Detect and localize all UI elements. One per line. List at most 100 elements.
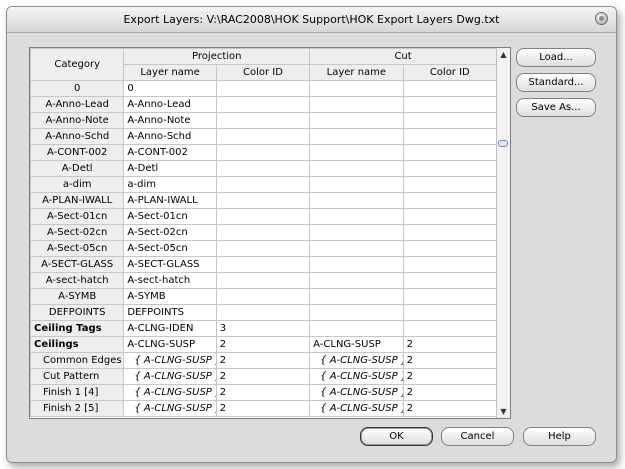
- projection-layer-cell[interactable]: A-Anno-Schd: [123, 128, 217, 145]
- cut-layer-cell[interactable]: [309, 240, 404, 257]
- cut-layer-cell[interactable]: [309, 192, 404, 209]
- table-row[interactable]: Finish 2 [5]{ A-CLNG-SUSP } 2{ A-CLNG-SUS…: [30, 400, 498, 417]
- table-row[interactable]: Cut Pattern{ A-CLNG-SUSP } 2{ A-CLNG-SUSP…: [30, 368, 498, 385]
- projection-layer-cell[interactable]: A-Sect-05cn: [123, 240, 217, 257]
- projection-color-cell[interactable]: [215, 128, 311, 145]
- projection-color-cell[interactable]: 2: [215, 384, 311, 401]
- table-row[interactable]: A-sect-hatch A-sect-hatch: [30, 272, 498, 289]
- cut-color-cell[interactable]: [402, 112, 498, 129]
- cut-layer-cell[interactable]: [309, 112, 404, 129]
- projection-layer-cell[interactable]: A-CLNG-SUSP: [123, 336, 217, 353]
- cut-color-cell[interactable]: [402, 272, 498, 289]
- category-cell[interactable]: A-Sect-05cn: [30, 240, 125, 257]
- scroll-down-icon[interactable]: ▼: [497, 405, 510, 418]
- cut-layer-cell[interactable]: A-CLNG-SUSP: [309, 336, 404, 353]
- category-cell[interactable]: Finish 1 [4]: [30, 384, 125, 401]
- cut-color-cell[interactable]: [402, 240, 498, 257]
- cut-color-cell[interactable]: [402, 80, 498, 97]
- category-cell[interactable]: A-Sect-02cn: [30, 224, 125, 241]
- cut-layer-cell[interactable]: [309, 208, 404, 225]
- cut-layer-cell[interactable]: [309, 144, 404, 161]
- cut-color-cell[interactable]: 2: [402, 368, 498, 385]
- category-cell[interactable]: A-SYMB: [30, 288, 125, 305]
- category-cell[interactable]: A-Sect-01cn: [30, 208, 125, 225]
- projection-layer-cell[interactable]: A-PLAN-IWALL: [123, 192, 217, 209]
- table-row[interactable]: 00: [30, 80, 498, 97]
- cut-color-cell[interactable]: [402, 256, 498, 273]
- category-cell[interactable]: A-CONT-002: [30, 144, 125, 161]
- cut-color-cell[interactable]: [402, 304, 498, 321]
- cut-color-cell[interactable]: 2: [402, 352, 498, 369]
- cut-layer-cell[interactable]: [309, 304, 404, 321]
- cut-layer-cell[interactable]: { A-CLNG-SUSP }: [309, 368, 404, 385]
- cut-layer-cell[interactable]: [309, 272, 404, 289]
- cut-color-cell[interactable]: [402, 288, 498, 305]
- cut-layer-cell[interactable]: [309, 320, 404, 337]
- projection-layer-cell[interactable]: A-Sect-02cn: [123, 224, 217, 241]
- category-cell[interactable]: A-sect-hatch: [30, 272, 125, 289]
- table-row[interactable]: Ceiling Tags A-CLNG-IDEN 3: [30, 320, 498, 337]
- cut-color-cell[interactable]: [402, 144, 498, 161]
- category-cell[interactable]: A-Detl: [30, 160, 125, 177]
- category-cell[interactable]: Ceiling Tags: [30, 320, 125, 337]
- table-row[interactable]: Finish 1 [4]{ A-CLNG-SUSP } 2{ A-CLNG-SUS…: [30, 384, 498, 401]
- category-cell[interactable]: Common Edges: [30, 352, 125, 369]
- projection-color-cell[interactable]: [215, 144, 311, 161]
- table-row[interactable]: A-Anno-Note A-Anno-Note: [30, 112, 498, 129]
- category-cell[interactable]: Ceilings: [30, 336, 125, 353]
- cut-color-cell[interactable]: [402, 176, 498, 193]
- projection-layer-cell[interactable]: A-Sect-01cn: [123, 208, 217, 225]
- projection-color-cell[interactable]: 2: [215, 368, 311, 385]
- table-row[interactable]: A-Sect-01cn A-Sect-01cn: [30, 208, 498, 225]
- cut-layer-cell[interactable]: { A-CLNG-SUSP }: [309, 352, 404, 369]
- category-cell[interactable]: Finish 2 [5]: [30, 400, 125, 417]
- projection-color-cell[interactable]: 2: [215, 352, 311, 369]
- projection-color-cell[interactable]: [215, 272, 311, 289]
- table-row[interactable]: A-Sect-05cn A-Sect-05cn: [30, 240, 498, 257]
- projection-color-cell[interactable]: 2: [215, 336, 311, 353]
- category-cell[interactable]: A-Anno-Schd: [30, 128, 125, 145]
- cut-color-cell[interactable]: 2: [402, 336, 498, 353]
- cut-color-cell[interactable]: [402, 320, 498, 337]
- projection-layer-cell[interactable]: { A-CLNG-SUSP }: [123, 384, 217, 401]
- cut-layer-cell[interactable]: { A-CLNG-SUSP }: [309, 384, 404, 401]
- cut-color-cell[interactable]: [402, 160, 498, 177]
- table-row[interactable]: Common Edges{ A-CLNG-SUSP } 2{ A-CLNG-SUS…: [30, 352, 498, 369]
- category-cell[interactable]: A-Anno-Note: [30, 112, 125, 129]
- projection-layer-cell[interactable]: A-Detl: [123, 160, 217, 177]
- category-cell[interactable]: a-dim: [30, 176, 125, 193]
- table-row[interactable]: Ceilings A-CLNG-SUSP 2 A-CLNG-SUSP 2: [30, 336, 498, 353]
- projection-layer-cell[interactable]: A-SECT-GLASS: [123, 256, 217, 273]
- help-button[interactable]: Help: [523, 427, 596, 446]
- cut-layer-cell[interactable]: [309, 224, 404, 241]
- projection-layer-cell[interactable]: A-Anno-Lead: [123, 96, 217, 113]
- category-cell[interactable]: A-SECT-GLASS: [30, 256, 125, 273]
- load-button[interactable]: Load...: [516, 48, 596, 67]
- table-row[interactable]: a-dim a-dim: [30, 176, 498, 193]
- table-row[interactable]: A-SECT-GLASS A-SECT-GLASS: [30, 256, 498, 273]
- table-row[interactable]: A-Anno-Schd A-Anno-Schd: [30, 128, 498, 145]
- projection-layer-cell[interactable]: 0: [123, 80, 217, 97]
- table-row[interactable]: A-CONT-002 A-CONT-002: [30, 144, 498, 161]
- table-row[interactable]: A-Detl A-Detl: [30, 160, 498, 177]
- projection-color-cell[interactable]: [215, 176, 311, 193]
- projection-layer-cell[interactable]: A-Anno-Note: [123, 112, 217, 129]
- projection-color-cell[interactable]: 3: [215, 320, 311, 337]
- close-icon[interactable]: [595, 12, 608, 25]
- table-row[interactable]: A-PLAN-IWALL A-PLAN-IWALL: [30, 192, 498, 209]
- standard-button[interactable]: Standard...: [516, 73, 596, 92]
- save-as-button[interactable]: Save As...: [516, 98, 596, 117]
- cut-layer-cell[interactable]: [309, 288, 404, 305]
- cut-layer-cell[interactable]: [309, 176, 404, 193]
- projection-color-cell[interactable]: [215, 288, 311, 305]
- table-row[interactable]: A-Anno-Lead A-Anno-Lead: [30, 96, 498, 113]
- projection-color-cell[interactable]: [215, 192, 311, 209]
- vertical-scrollbar[interactable]: ▲ ▼: [496, 48, 510, 418]
- cut-layer-cell[interactable]: { A-CLNG-SUSP }: [309, 400, 404, 417]
- category-cell[interactable]: Cut Pattern: [30, 368, 125, 385]
- projection-color-cell[interactable]: [215, 304, 311, 321]
- projection-layer-cell[interactable]: A-sect-hatch: [123, 272, 217, 289]
- projection-layer-cell[interactable]: A-CONT-002: [123, 144, 217, 161]
- projection-layer-cell[interactable]: { A-CLNG-SUSP }: [123, 352, 217, 369]
- scroll-thumb[interactable]: [498, 140, 508, 147]
